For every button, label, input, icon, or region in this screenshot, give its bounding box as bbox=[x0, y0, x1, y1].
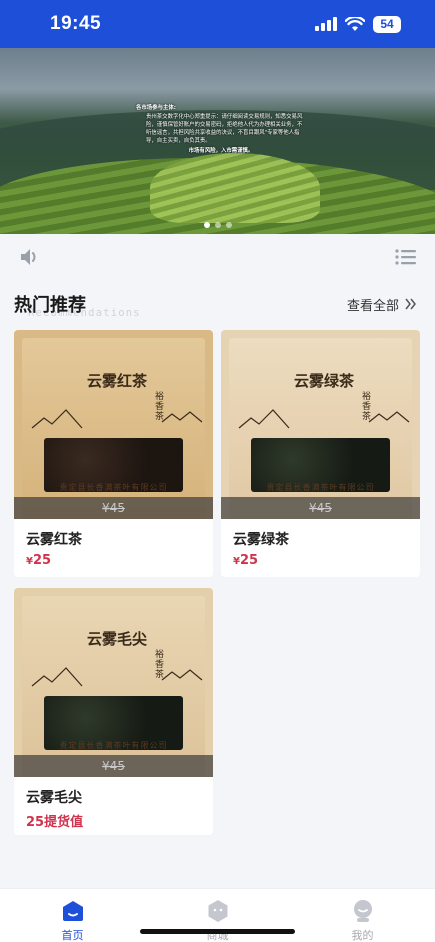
home-indicator[interactable] bbox=[140, 929, 295, 934]
product-name: 云雾毛尖 bbox=[26, 790, 82, 806]
pouch-label: 云雾绿茶 bbox=[293, 372, 354, 390]
battery-icon: 54 bbox=[373, 15, 401, 33]
nav-tab-shop[interactable]: 商城 bbox=[178, 899, 258, 942]
home-icon bbox=[62, 901, 83, 921]
carousel-dot[interactable] bbox=[214, 222, 221, 228]
pouch-label: 云雾毛尖 bbox=[86, 630, 147, 648]
carousel-dots bbox=[0, 222, 435, 228]
carousel-dot[interactable] bbox=[225, 222, 232, 228]
product-card-black-tea[interactable]: 云雾红茶 裕香茶 贵定县长香满茶叶有限公司 ¥45 云雾红茶 ¥25 bbox=[14, 330, 213, 577]
product-name: 云雾绿茶 bbox=[233, 532, 289, 548]
shop-icon bbox=[208, 900, 227, 922]
product-price: ¥25 bbox=[233, 553, 410, 568]
product-image: 云雾毛尖 裕香茶 贵定县长香满茶叶有限公司 ¥45 bbox=[14, 588, 213, 777]
product-price: 25提货值 bbox=[26, 815, 84, 830]
nav-label: 首页 bbox=[61, 929, 84, 942]
see-all-label: 查看全部 bbox=[346, 298, 399, 314]
currency-symbol: ¥ bbox=[26, 556, 33, 567]
carousel-dot[interactable] bbox=[203, 222, 210, 228]
list-menu-icon[interactable] bbox=[395, 248, 417, 266]
wifi-icon bbox=[345, 16, 365, 31]
toolbar bbox=[0, 234, 435, 280]
section-header: Recommendations 热门推荐 查看全部 bbox=[0, 286, 435, 322]
status-bar: 19:45 54 bbox=[0, 0, 435, 48]
announcement-title: 各市场参与主体: bbox=[136, 105, 176, 111]
tea-pouch: 云雾绿茶 裕香茶 贵定县长香满茶叶有限公司 bbox=[229, 338, 412, 519]
pouch-company: 贵定县长香满茶叶有限公司 bbox=[59, 483, 168, 492]
announcement-body: 贵州茶交数字化中心郑重提示：请仔细阅读交易规则，知悉交易风险，谨慎保管好账户的交… bbox=[146, 114, 303, 144]
pouch-label: 云雾红茶 bbox=[86, 372, 147, 390]
pouch-company: 贵定县长香满茶叶有限公司 bbox=[59, 741, 168, 750]
currency-symbol: ¥ bbox=[233, 556, 240, 567]
tea-pouch: 云雾毛尖 裕香茶 贵定县长香满茶叶有限公司 bbox=[22, 596, 205, 777]
product-info: 云雾毛尖 25提货值 bbox=[14, 777, 213, 835]
banner-tea-terrace bbox=[150, 153, 320, 223]
product-image: 云雾绿茶 裕香茶 贵定县长香满茶叶有限公司 ¥45 bbox=[221, 330, 420, 519]
see-all-link[interactable]: 查看全部 bbox=[347, 295, 417, 314]
status-icons: 54 bbox=[315, 15, 401, 33]
pouch-company: 贵定县长香满茶叶有限公司 bbox=[266, 483, 375, 492]
mountain-drawing bbox=[31, 409, 203, 429]
status-time: 19:45 bbox=[50, 13, 102, 34]
product-info: 云雾红茶 ¥25 bbox=[14, 519, 213, 577]
product-card-green-tea[interactable]: 云雾绿茶 裕香茶 贵定县长香满茶叶有限公司 ¥45 云雾绿茶 ¥25 bbox=[221, 330, 420, 577]
product-name: 云雾红茶 bbox=[26, 532, 82, 548]
product-card-maojian-tea[interactable]: 云雾毛尖 裕香茶 贵定县长香满茶叶有限公司 ¥45 云雾毛尖 25提货值 bbox=[14, 588, 213, 835]
cellular-signal-icon bbox=[315, 17, 337, 31]
product-price: ¥25 bbox=[26, 553, 203, 568]
original-price: ¥45 bbox=[221, 497, 420, 519]
nav-tab-home[interactable]: 首页 bbox=[33, 899, 113, 942]
announcement-footer: 市场有风险，入市需谨慎。 bbox=[188, 148, 254, 154]
speaker-icon[interactable] bbox=[18, 246, 42, 268]
double-chevron-right-icon bbox=[405, 298, 416, 310]
product-info: 云雾绿茶 ¥25 bbox=[221, 519, 420, 577]
original-price: ¥45 bbox=[14, 497, 213, 519]
nav-label: 我的 bbox=[351, 929, 374, 942]
tea-pouch: 云雾红茶 裕香茶 贵定县长香满茶叶有限公司 bbox=[22, 338, 205, 519]
section-title-group: Recommendations 热门推荐 bbox=[14, 291, 140, 319]
profile-icon bbox=[353, 900, 372, 922]
mountain-drawing bbox=[238, 409, 410, 429]
original-price: ¥45 bbox=[14, 755, 213, 777]
price-value: 25 bbox=[32, 553, 52, 568]
price-value: 25 bbox=[239, 553, 259, 568]
product-image: 云雾红茶 裕香茶 贵定县长香满茶叶有限公司 ¥45 bbox=[14, 330, 213, 519]
section-title: 热门推荐 bbox=[14, 295, 86, 316]
mountain-drawing bbox=[31, 667, 203, 687]
banner-announcement: 各市场参与主体: 贵州茶交数字化中心郑重提示：请仔细阅读交易规则，知悉交易风险，… bbox=[136, 104, 306, 155]
nav-tab-profile[interactable]: 我的 bbox=[323, 899, 403, 942]
banner-carousel[interactable]: 各市场参与主体: 贵州茶交数字化中心郑重提示：请仔细阅读交易规则，知悉交易风险，… bbox=[0, 48, 435, 234]
